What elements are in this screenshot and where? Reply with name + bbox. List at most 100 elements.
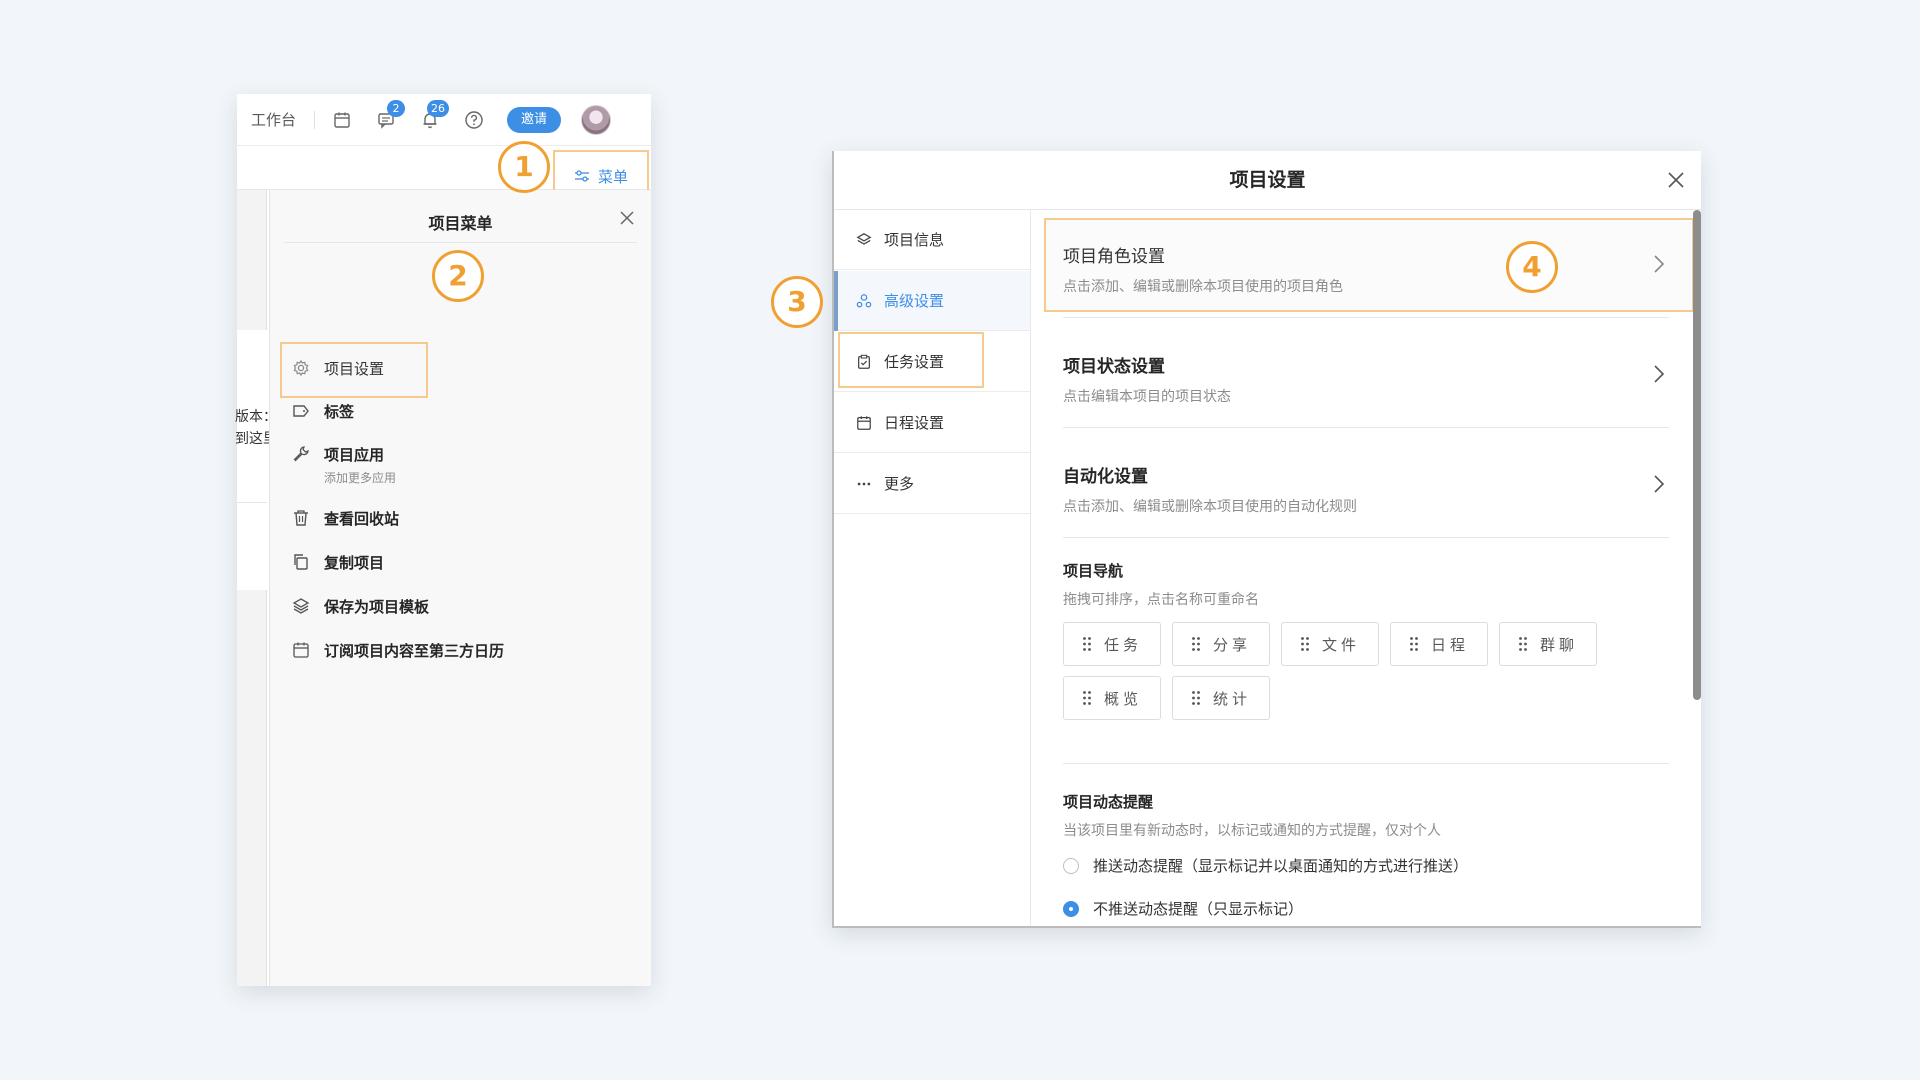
step-marker-3: 3 bbox=[771, 276, 823, 328]
scrollbar[interactable] bbox=[1693, 210, 1701, 700]
step-marker-1: 1 bbox=[498, 141, 550, 193]
menu-item-copy-project[interactable]: 复制项目 bbox=[292, 552, 384, 573]
nav-chip[interactable]: 日程 bbox=[1390, 622, 1488, 666]
nav-chip-label: 任务 bbox=[1103, 635, 1142, 654]
radio-button-selected[interactable] bbox=[1063, 900, 1079, 917]
sidebar-item-label: 更多 bbox=[884, 475, 915, 493]
calendar-icon bbox=[857, 415, 871, 430]
drag-handle-icon bbox=[1083, 691, 1091, 705]
close-icon[interactable] bbox=[1667, 171, 1685, 189]
menu-item-label: 订阅项目内容至第三方日历 bbox=[324, 642, 505, 660]
sidebar-item-advanced[interactable]: 高级设置 bbox=[834, 271, 1030, 331]
background-text-line: 到这里 bbox=[235, 431, 269, 447]
people-icon bbox=[856, 293, 872, 307]
background-card bbox=[237, 330, 267, 590]
menu-item-text: 项目应用 添加更多应用 bbox=[324, 444, 396, 486]
setting-description: 点击编辑本项目的项目状态 bbox=[1063, 389, 1231, 405]
nav-chip-label: 统计 bbox=[1212, 689, 1251, 708]
setting-row-automation[interactable]: 自动化设置 点击添加、编辑或删除本项目使用的自动化规则 bbox=[1063, 430, 1669, 538]
drag-handle-icon bbox=[1410, 637, 1418, 651]
radio-button[interactable] bbox=[1063, 857, 1079, 874]
menu-item-subtitle: 添加更多应用 bbox=[324, 471, 397, 485]
setting-description: 点击添加、编辑或删除本项目使用的自动化规则 bbox=[1063, 499, 1357, 515]
message-icon[interactable]: 2 bbox=[375, 99, 406, 131]
gear-icon bbox=[293, 359, 309, 377]
project-menu-title: 项目菜单 bbox=[428, 214, 493, 233]
menu-item-label: 查看回收站 bbox=[324, 510, 400, 528]
sidebar-item-label: 项目信息 bbox=[884, 231, 945, 249]
menu-item-label: 保存为项目模板 bbox=[324, 598, 430, 616]
nav-chip[interactable]: 任务 bbox=[1063, 622, 1161, 666]
radio-option-push[interactable]: 推送动态提醒（显示标记并以桌面通知的方式进行推送） bbox=[1063, 855, 1468, 876]
section-title: 项目导航 bbox=[1063, 562, 1124, 580]
menu-divider bbox=[284, 242, 637, 243]
radio-label: 不推送动态提醒（只显示标记） bbox=[1093, 900, 1304, 918]
menu-item-tags[interactable]: 标签 bbox=[292, 401, 354, 422]
nav-chip-label: 概览 bbox=[1103, 689, 1142, 708]
radio-option-no-push[interactable]: 不推送动态提醒（只显示标记） bbox=[1063, 898, 1303, 919]
menu-item-label: 项目设置 bbox=[324, 360, 385, 378]
highlight-box bbox=[1044, 218, 1694, 312]
chevron-right-icon bbox=[1654, 475, 1665, 493]
drag-handle-icon bbox=[1192, 691, 1200, 705]
menu-button-label: 菜单 bbox=[597, 167, 628, 186]
project-navigation-section: 项目导航 拖拽可排序，点击名称可重命名 任务 分享 文件 日程 群聊 概览 统计 bbox=[1063, 560, 1669, 720]
background-divider bbox=[237, 502, 267, 503]
copy-icon bbox=[294, 554, 308, 570]
nav-chip[interactable]: 分享 bbox=[1172, 622, 1270, 666]
close-icon[interactable] bbox=[619, 210, 635, 226]
menu-item-project-apps[interactable]: 项目应用 添加更多应用 bbox=[292, 444, 396, 486]
bell-icon[interactable]: 26 bbox=[419, 99, 450, 131]
sidebar-item-schedule-settings[interactable]: 日程设置 bbox=[834, 393, 1030, 453]
avatar[interactable] bbox=[581, 104, 612, 135]
menu-item-label: 项目应用 bbox=[324, 446, 385, 464]
section-description: 当该项目里有新动态时，以标记或通知的方式提醒，仅对个人 bbox=[1063, 823, 1441, 839]
chevron-right-icon bbox=[1654, 365, 1665, 383]
sliders-icon bbox=[574, 170, 589, 182]
top-toolbar: 工作台 2 26 邀请 bbox=[237, 94, 651, 146]
sidebar-item-label: 日程设置 bbox=[884, 414, 945, 432]
radio-label: 推送动态提醒（显示标记并以桌面通知的方式进行推送） bbox=[1093, 857, 1469, 875]
calendar-icon bbox=[293, 642, 309, 658]
section-divider bbox=[1063, 763, 1669, 764]
project-menu: 项目菜单 项目设置 标签 项目应用 添加更多应用 查看回收站 复制项目 保存为项… bbox=[269, 190, 651, 986]
menu-item-label: 复制项目 bbox=[324, 554, 385, 572]
notification-badge: 26 bbox=[427, 99, 450, 117]
project-settings-dialog: 项目设置 项目信息 高级设置 任务设置 日程设置 更多 项目角色设置 点击添加、… bbox=[832, 151, 1701, 928]
calendar-icon[interactable] bbox=[331, 109, 353, 131]
workbench-link[interactable]: 工作台 bbox=[251, 109, 296, 130]
dialog-title: 项目设置 bbox=[1229, 169, 1306, 191]
menu-item-label: 标签 bbox=[324, 403, 355, 421]
trash-icon bbox=[294, 510, 308, 526]
background-content: 版本： 到这里 bbox=[235, 190, 269, 986]
section-title: 项目动态提醒 bbox=[1063, 793, 1154, 811]
nav-chip[interactable]: 群聊 bbox=[1499, 622, 1597, 666]
message-badge: 2 bbox=[387, 99, 406, 117]
more-icon bbox=[857, 482, 871, 485]
step-marker-4: 4 bbox=[1506, 241, 1558, 293]
drag-handle-icon bbox=[1301, 637, 1309, 651]
menu-item-subscribe-calendar[interactable]: 订阅项目内容至第三方日历 bbox=[292, 640, 504, 661]
step-marker-2: 2 bbox=[432, 250, 484, 302]
drag-handle-icon bbox=[1083, 637, 1091, 651]
nav-chip[interactable]: 统计 bbox=[1172, 676, 1270, 720]
invite-button[interactable]: 邀请 bbox=[507, 106, 562, 133]
nav-chip[interactable]: 文件 bbox=[1281, 622, 1379, 666]
toolbar-divider bbox=[314, 110, 316, 129]
nav-chip-label: 文件 bbox=[1321, 635, 1360, 654]
wrench-icon bbox=[293, 446, 309, 462]
drag-handle-icon bbox=[1519, 637, 1527, 651]
menu-item-project-settings[interactable]: 项目设置 bbox=[292, 358, 384, 379]
background-text-line: 版本： bbox=[235, 409, 269, 425]
sidebar-item-more[interactable]: 更多 bbox=[834, 454, 1030, 514]
drag-handle-icon bbox=[1192, 637, 1200, 651]
help-icon[interactable] bbox=[463, 109, 485, 131]
notification-section: 项目动态提醒 当该项目里有新动态时，以标记或通知的方式提醒，仅对个人 推送动态提… bbox=[1063, 791, 1669, 918]
menu-item-recycle-bin[interactable]: 查看回收站 bbox=[292, 508, 399, 529]
sidebar-item-project-info[interactable]: 项目信息 bbox=[834, 210, 1030, 270]
project-header-row: 菜单 bbox=[237, 146, 651, 202]
setting-row-project-status[interactable]: 项目状态设置 点击编辑本项目的项目状态 bbox=[1063, 320, 1669, 428]
menu-item-save-template[interactable]: 保存为项目模板 bbox=[292, 596, 429, 617]
nav-chip[interactable]: 概览 bbox=[1063, 676, 1161, 720]
layers-icon bbox=[856, 232, 872, 245]
